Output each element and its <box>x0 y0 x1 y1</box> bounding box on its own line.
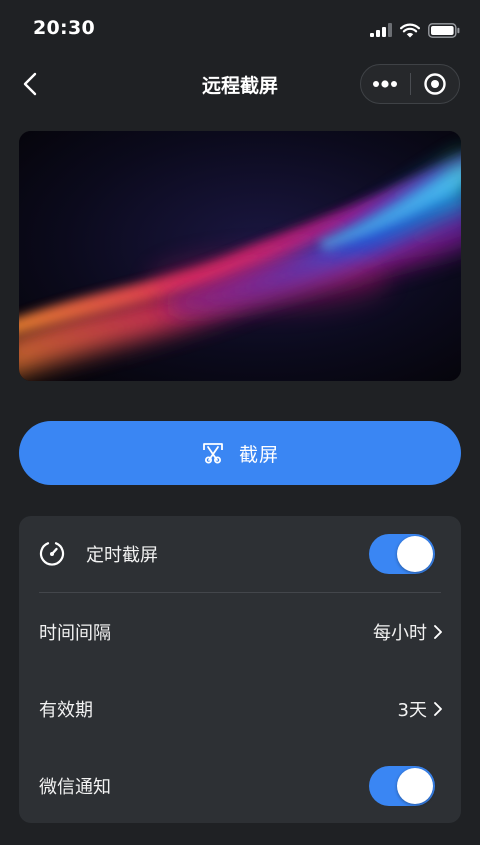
validity-label: 有效期 <box>39 700 93 721</box>
status-time: 20:30 <box>33 17 95 39</box>
capture-button-label: 截屏 <box>238 443 279 466</box>
more-button[interactable] <box>361 65 410 103</box>
more-dots-icon <box>373 80 398 88</box>
wechat-notify-label: 微信通知 <box>39 777 111 798</box>
scheduled-capture-label: 定时截屏 <box>86 545 158 566</box>
capture-button[interactable]: 截屏 <box>19 421 461 485</box>
status-icons <box>370 20 460 40</box>
chevron-right-icon <box>434 702 442 716</box>
interval-label: 时间间隔 <box>39 623 111 644</box>
scheduled-capture-toggle[interactable] <box>369 534 435 574</box>
nav-bar: 远程截屏 <box>0 58 480 110</box>
screenshot-preview[interactable] <box>19 131 461 381</box>
scheduled-capture-row: 定时截屏 <box>19 516 461 592</box>
toggle-knob <box>397 536 433 572</box>
validity-value-group: 3天 <box>398 696 443 722</box>
toggle-knob <box>397 768 433 804</box>
remote-screenshot-screen: 20:30 远程截屏 截屏 定时截屏 时间间隔 每小时 有效期 3天 微信通知 <box>0 0 480 845</box>
wechat-notify-toggle[interactable] <box>369 766 435 806</box>
target-icon <box>424 73 446 95</box>
scissors-screenshot-icon <box>203 443 223 464</box>
validity-row[interactable]: 有效期 3天 <box>19 671 461 747</box>
divider <box>39 592 441 593</box>
close-miniprogram-button[interactable] <box>410 65 459 103</box>
status-bar: 20:30 <box>0 0 480 58</box>
settings-card: 定时截屏 时间间隔 每小时 有效期 3天 微信通知 <box>19 516 461 823</box>
signal-icon <box>370 23 392 37</box>
miniprogram-capsule <box>360 64 460 104</box>
timer-icon <box>39 542 65 566</box>
wechat-notify-row: 微信通知 <box>19 748 461 824</box>
interval-row[interactable]: 时间间隔 每小时 <box>19 594 461 670</box>
wifi-icon <box>400 23 420 37</box>
validity-value: 3天 <box>397 700 427 721</box>
chevron-right-icon <box>434 625 442 639</box>
interval-value: 每小时 <box>373 623 427 644</box>
battery-icon <box>428 22 460 38</box>
interval-value-group: 每小时 <box>373 619 443 645</box>
wallpaper-image <box>19 131 461 381</box>
